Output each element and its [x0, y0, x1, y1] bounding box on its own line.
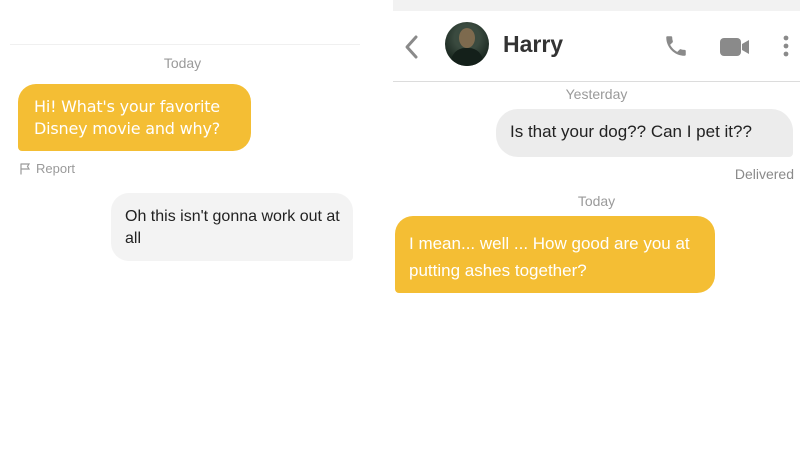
- date-label-yesterday: Yesterday: [565, 86, 628, 102]
- back-chevron-icon[interactable]: [401, 33, 423, 61]
- date-label: Today: [163, 55, 202, 71]
- avatar[interactable]: [445, 22, 489, 66]
- flag-icon: [20, 162, 31, 174]
- avatar-body: [451, 48, 483, 66]
- message-text: Oh this isn't gonna work out at all: [125, 208, 340, 247]
- right-chat-panel: Harry Yesterday Is that your dog?? Can I…: [393, 0, 800, 450]
- message-text: Hi! What's your favorite Disney movie an…: [34, 97, 221, 138]
- avatar-face: [459, 28, 475, 48]
- date-label-today: Today: [577, 193, 616, 209]
- message-bubble-received[interactable]: Hi! What's your favorite Disney movie an…: [18, 84, 251, 151]
- message-text: I mean... well ... How good are you at p…: [409, 234, 690, 280]
- message-text: Is that your dog?? Can I pet it??: [510, 122, 752, 141]
- message-bubble-sent[interactable]: Oh this isn't gonna work out at all: [111, 193, 353, 261]
- divider: [10, 44, 360, 45]
- status-bar-strip: [393, 0, 800, 11]
- phone-icon[interactable]: [663, 33, 689, 59]
- message-bubble-sent[interactable]: Is that your dog?? Can I pet it??: [496, 109, 793, 157]
- more-options-icon[interactable]: [782, 34, 790, 58]
- video-camera-icon[interactable]: [719, 36, 751, 58]
- report-label: Report: [36, 161, 76, 176]
- report-button[interactable]: Report: [20, 161, 75, 176]
- chat-header: Harry: [393, 11, 800, 82]
- contact-name[interactable]: Harry: [503, 31, 563, 58]
- delivery-status: Delivered: [734, 166, 794, 182]
- message-bubble-received[interactable]: I mean... well ... How good are you at p…: [395, 216, 715, 293]
- left-chat-panel: Today Hi! What's your favorite Disney mo…: [0, 0, 365, 450]
